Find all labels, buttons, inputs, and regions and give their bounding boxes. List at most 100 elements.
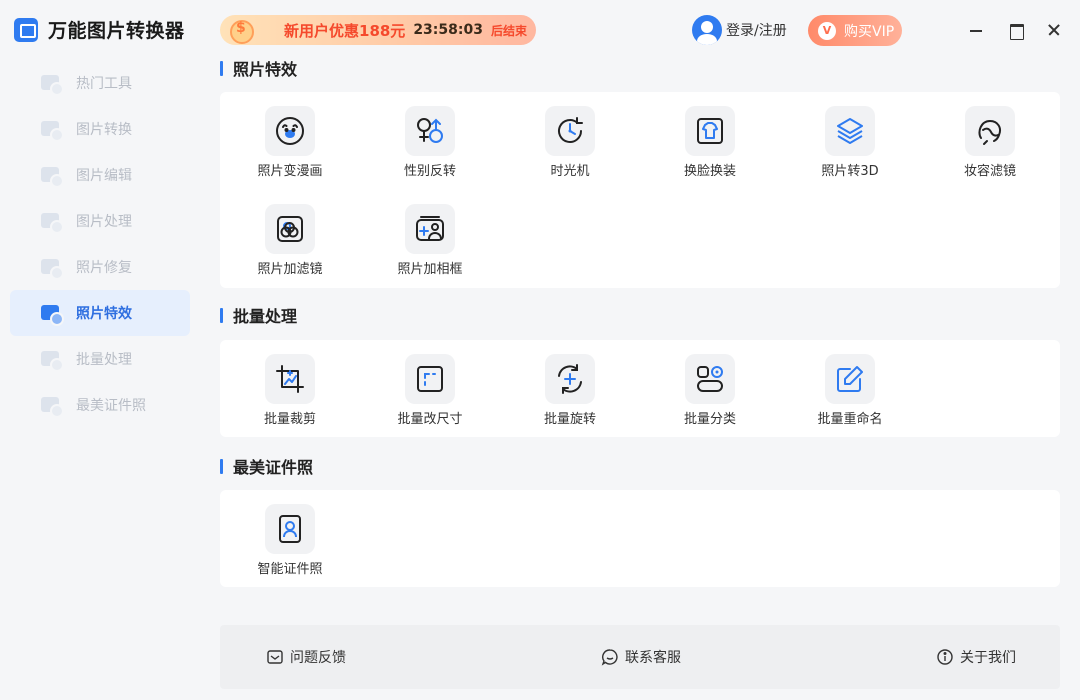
minimize-button[interactable] — [966, 20, 986, 40]
photo-effects-panel: 照片变漫画 性别反转 时光机 换脸换装 照片转3D 妆容滤镜 照片加滤镜 照片加… — [220, 92, 1060, 288]
tool-label: 批量旋转 — [543, 412, 596, 427]
sidebar-item-label: 图片转换 — [76, 122, 132, 138]
section-title-id-photo: 最美证件照 — [220, 456, 314, 477]
vip-label: 购买VIP — [844, 23, 895, 40]
rename-icon — [825, 354, 875, 404]
sidebar-item-label: 图片编辑 — [76, 168, 132, 184]
image-convert-icon — [40, 119, 64, 142]
makeup-filter-icon — [965, 106, 1015, 156]
layers-3d-icon — [825, 106, 875, 156]
id-photo-icon — [265, 504, 315, 554]
gift-icon — [220, 15, 260, 45]
tool-photo-filter[interactable]: 照片加滤镜 — [220, 204, 360, 277]
tool-label: 批量裁剪 — [263, 412, 316, 427]
image-process-icon — [40, 211, 64, 234]
app-logo-icon — [14, 17, 38, 42]
vip-icon: V — [818, 21, 836, 40]
tool-label: 照片转3D — [821, 164, 879, 179]
sidebar-nav: 热门工具 图片转换 图片编辑 图片处理 照片修复 照片特效 批量处理 最美证件照 — [10, 60, 190, 428]
sidebar-item-label: 图片处理 — [76, 214, 132, 230]
tool-batch-crop[interactable]: 批量裁剪 — [220, 354, 360, 427]
sidebar-item-label: 照片修复 — [76, 260, 132, 276]
tool-batch-resize[interactable]: 批量改尺寸 — [360, 354, 500, 427]
tool-label: 批量改尺寸 — [397, 412, 463, 427]
feedback-icon — [267, 650, 283, 664]
image-edit-icon — [40, 165, 64, 188]
sidebar-item-photo-effects[interactable]: 照片特效 — [10, 290, 190, 336]
tool-label: 批量分类 — [683, 412, 736, 427]
tool-batch-rotate[interactable]: 批量旋转 — [500, 354, 640, 427]
promo-banner[interactable]: 新用户优惠188元 23:58:03 后结束 — [220, 15, 536, 45]
about-us-link[interactable]: 关于我们 — [936, 647, 1016, 667]
avatar-icon — [692, 15, 722, 45]
tool-label: 照片变漫画 — [257, 164, 323, 179]
sidebar-item-hot-tools[interactable]: 热门工具 — [10, 60, 190, 106]
tool-label: 智能证件照 — [257, 562, 323, 577]
tool-label: 时光机 — [550, 164, 590, 179]
sidebar-item-label: 热门工具 — [76, 76, 132, 92]
tool-batch-rename[interactable]: 批量重命名 — [780, 354, 920, 427]
tool-smart-id-photo[interactable]: 智能证件照 — [220, 504, 360, 577]
sidebar-item-batch[interactable]: 批量处理 — [10, 336, 190, 382]
section-title-text: 照片特效 — [233, 60, 298, 79]
batch-icon — [40, 349, 64, 372]
crop-icon — [265, 354, 315, 404]
tool-label: 照片加相框 — [397, 262, 463, 277]
batch-panel: 批量裁剪 批量改尺寸 批量旋转 批量分类 批量重命名 — [220, 340, 1060, 437]
promo-countdown: 23:58:03 — [413, 22, 483, 38]
sidebar-item-id-photo[interactable]: 最美证件照 — [10, 382, 190, 428]
photo-filter-icon — [265, 204, 315, 254]
buy-vip-button[interactable]: V 购买VIP — [808, 15, 902, 46]
sidebar-item-image-convert[interactable]: 图片转换 — [10, 106, 190, 152]
close-button[interactable] — [1044, 20, 1064, 40]
classify-icon — [685, 354, 735, 404]
tool-photo-to-cartoon[interactable]: 照片变漫画 — [220, 106, 360, 179]
about-label: 关于我们 — [960, 650, 1016, 666]
sidebar-item-label: 最美证件照 — [76, 398, 146, 414]
login-label: 登录/注册 — [726, 23, 787, 39]
photo-frame-icon — [405, 204, 455, 254]
feedback-label: 问题反馈 — [290, 650, 346, 666]
tool-photo-frame[interactable]: 照片加相框 — [360, 204, 500, 277]
face-outfit-swap-icon — [685, 106, 735, 156]
time-machine-icon — [545, 106, 595, 156]
tool-gender-swap[interactable]: 性别反转 — [360, 106, 500, 179]
photo-repair-icon — [40, 257, 64, 280]
sidebar-item-photo-repair[interactable]: 照片修复 — [10, 244, 190, 290]
tool-batch-classify[interactable]: 批量分类 — [640, 354, 780, 427]
tool-label: 照片加滤镜 — [257, 262, 323, 277]
contact-support-link[interactable]: 联系客服 — [601, 647, 681, 667]
tool-time-machine[interactable]: 时光机 — [500, 106, 640, 179]
photo-effects-icon — [40, 303, 64, 326]
tool-label: 妆容滤镜 — [963, 164, 1016, 179]
section-accent-bar — [220, 458, 223, 474]
app-brand: 万能图片转换器 — [14, 16, 185, 43]
section-accent-bar — [220, 307, 223, 323]
maximize-button[interactable] — [1006, 20, 1026, 40]
tool-label: 换脸换装 — [683, 164, 736, 179]
info-icon — [937, 649, 953, 665]
sidebar-item-image-process[interactable]: 图片处理 — [10, 198, 190, 244]
footer-bar: 问题反馈 联系客服 关于我们 — [220, 625, 1060, 689]
promo-text: 新用户优惠188元 — [284, 21, 406, 40]
sidebar-item-image-edit[interactable]: 图片编辑 — [10, 152, 190, 198]
chat-icon — [601, 649, 618, 666]
grid-icon — [40, 73, 64, 96]
sidebar-item-label: 批量处理 — [76, 352, 132, 368]
tool-photo-to-3d[interactable]: 照片转3D — [780, 106, 920, 179]
login-button[interactable]: 登录/注册 — [692, 15, 787, 45]
section-title-batch: 批量处理 — [220, 305, 297, 326]
feedback-link[interactable]: 问题反馈 — [266, 647, 346, 667]
tool-face-outfit-swap[interactable]: 换脸换装 — [640, 106, 780, 179]
section-title-text: 最美证件照 — [233, 458, 314, 477]
tool-label: 性别反转 — [403, 164, 456, 179]
promo-end-label: 后结束 — [490, 23, 527, 38]
id-photo-panel: 智能证件照 — [220, 490, 1060, 587]
app-title: 万能图片转换器 — [48, 20, 185, 42]
section-accent-bar — [220, 60, 223, 76]
rotate-icon — [545, 354, 595, 404]
section-title-photo-effects: 照片特效 — [220, 58, 298, 79]
resize-icon — [405, 354, 455, 404]
tool-makeup-filter[interactable]: 妆容滤镜 — [920, 106, 1060, 179]
sidebar: 万能图片转换器 热门工具 图片转换 图片编辑 图片处理 照片修复 照片特效 批量… — [0, 0, 200, 700]
